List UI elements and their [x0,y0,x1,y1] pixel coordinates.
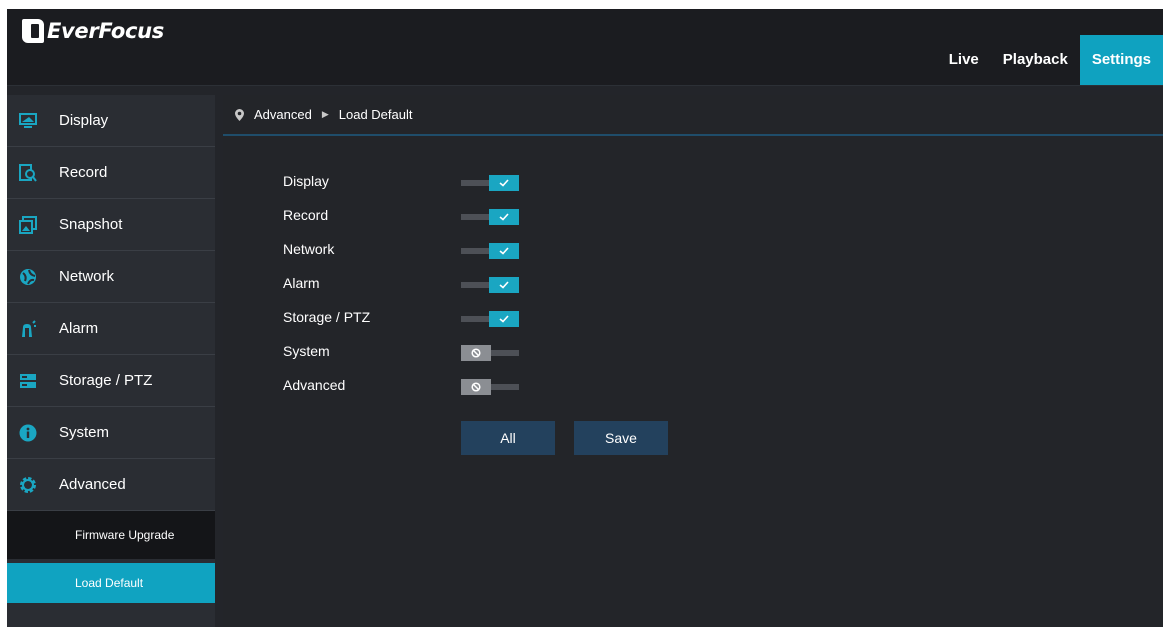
option-row-system: System [283,343,519,377]
location-pin-icon [235,108,244,121]
system-toggle[interactable] [461,344,519,362]
alarm-icon [19,319,37,338]
storage-icon [19,372,37,390]
check-icon [489,277,519,293]
check-icon [489,175,519,191]
display-toggle[interactable] [461,174,519,192]
breadcrumb: Advanced ▶ Load Default [223,95,1163,136]
check-icon [489,209,519,225]
monitor-icon [19,112,37,130]
sidebar-item-storage-ptz[interactable]: Storage / PTZ [7,355,215,407]
brand-logo: EverFocus [22,15,164,47]
disabled-icon [461,345,491,361]
breadcrumb-arrow-icon: ▶ [321,109,329,119]
sidebar-item-label: System [59,424,110,441]
network-icon [19,268,37,286]
sidebar-subitem-firmware-upgrade[interactable]: Firmware Upgrade [7,511,215,559]
option-row-network: Network [283,241,519,275]
logo-mark-icon [22,19,44,43]
brand-name: EverFocus [47,19,164,43]
option-label: Display [283,173,329,189]
nav-settings[interactable]: Settings [1079,35,1163,85]
breadcrumb-page: Load Default [338,107,413,122]
option-label: Record [283,207,329,223]
disabled-icon [461,379,491,395]
check-icon [489,243,519,259]
nav-live[interactable]: Live [937,35,991,85]
sidebar-item-label: Storage / PTZ [59,372,153,389]
main-content: Advanced ▶ Load Default Display Record N… [223,95,1163,627]
sidebar-item-label: Snapshot [59,216,123,233]
option-row-advanced: Advanced [283,377,519,411]
network-toggle[interactable] [461,242,519,260]
breadcrumb-section[interactable]: Advanced [254,107,312,122]
sidebar-item-label: Record [59,164,108,181]
alarm-toggle[interactable] [461,276,519,294]
record-toggle[interactable] [461,208,519,226]
all-button[interactable]: All [461,421,555,455]
sidebar-item-record[interactable]: Record [7,147,215,199]
option-row-storage-ptz: Storage / PTZ [283,309,519,343]
option-row-display: Display [283,173,519,207]
sidebar-item-label: Alarm [59,320,99,337]
sidebar-item-snapshot[interactable]: Snapshot [7,199,215,251]
sidebar-item-label: Display [59,112,109,129]
option-label: Alarm [283,275,320,291]
default-options-list: Display Record Network Alarm Storage / P… [283,173,519,411]
sidebar-item-advanced[interactable]: Advanced [7,459,215,511]
record-icon [19,163,37,182]
top-bar: EverFocus Live Playback Settings [7,9,1163,86]
sidebar-item-alarm[interactable]: Alarm [7,303,215,355]
sidebar-item-display[interactable]: Display [7,95,215,147]
storage-ptz-toggle[interactable] [461,310,519,328]
check-icon [489,311,519,327]
save-button[interactable]: Save [574,421,668,455]
info-icon [19,424,37,442]
sidebar: Display Record Snapshot Network Alarm St… [7,95,215,627]
main-nav: Live Playback Settings [937,35,1163,85]
gear-icon [19,476,37,494]
option-label: System [283,343,330,359]
app-window: EverFocus Live Playback Settings Display… [7,9,1163,627]
option-label: Advanced [283,377,346,393]
sidebar-subitem-load-default[interactable]: Load Default [7,563,215,603]
sidebar-item-network[interactable]: Network [7,251,215,303]
nav-playback[interactable]: Playback [991,35,1080,85]
sidebar-item-system[interactable]: System [7,407,215,459]
sidebar-item-label: Advanced [59,476,126,493]
option-label: Network [283,241,335,257]
advanced-toggle[interactable] [461,378,519,396]
snapshot-icon [19,215,37,234]
sidebar-item-label: Network [59,268,115,285]
option-row-record: Record [283,207,519,241]
option-row-alarm: Alarm [283,275,519,309]
option-label: Storage / PTZ [283,309,371,325]
